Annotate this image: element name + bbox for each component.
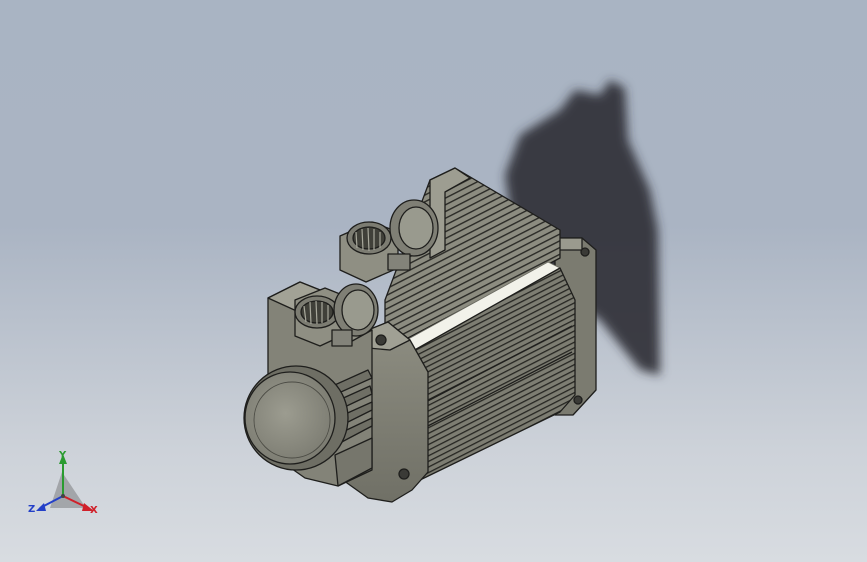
cad-scene[interactable] [0, 0, 867, 562]
view-orientation-triad[interactable]: Y X Z [28, 450, 103, 520]
z-axis-label: Z [28, 504, 36, 515]
front-flange-bolt-hole [398, 468, 410, 480]
connector-cap[interactable] [333, 283, 379, 337]
flange-bolt-hole [580, 247, 590, 257]
x-axis-label: X [90, 505, 98, 516]
flange-bolt-hole [573, 395, 583, 405]
3d-viewport[interactable]: Y X Z [0, 0, 867, 562]
front-flange-bolt-hole [375, 334, 387, 346]
z-axis-arrow [36, 503, 46, 511]
connector-cap[interactable] [389, 199, 439, 257]
encoder-end-cap [243, 365, 349, 471]
y-axis-label: Y [59, 450, 67, 461]
